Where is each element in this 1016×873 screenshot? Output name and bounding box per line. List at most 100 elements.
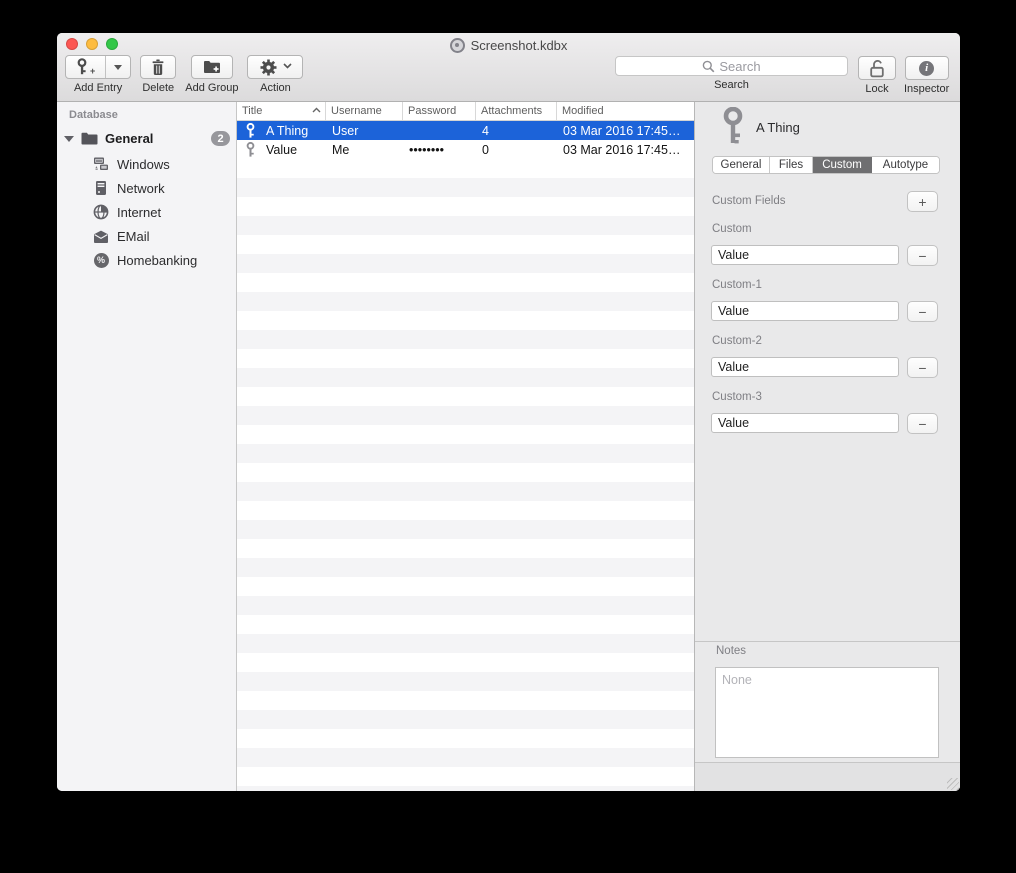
- custom-field-input[interactable]: [711, 301, 899, 321]
- column-header-username[interactable]: Username: [326, 102, 403, 120]
- key-plus-icon: +: [76, 58, 95, 76]
- remove-field-button[interactable]: −: [907, 413, 938, 434]
- tab-files[interactable]: Files: [770, 157, 813, 173]
- delete-label: Delete: [142, 82, 174, 94]
- search-item: Search Search: [615, 56, 848, 91]
- notes-label: Notes: [716, 645, 746, 657]
- add-field-button[interactable]: +: [907, 191, 938, 212]
- document-proxy-icon: [450, 38, 465, 53]
- windows-icon: [93, 156, 109, 172]
- add-group-item: Add Group: [185, 55, 238, 94]
- entry-title: Value: [266, 143, 297, 157]
- resize-grip[interactable]: [947, 778, 959, 790]
- sidebar-item-label: EMail: [117, 229, 150, 244]
- network-icon: [93, 180, 109, 196]
- window-title-text: Screenshot.kdbx: [471, 38, 568, 53]
- remove-field-button[interactable]: −: [907, 301, 938, 322]
- field-label: Custom: [712, 223, 752, 235]
- minus-icon: −: [918, 416, 926, 432]
- entry-title: A Thing: [266, 124, 308, 138]
- custom-field-input[interactable]: [711, 357, 899, 377]
- search-icon: [702, 60, 715, 73]
- column-header-attachments[interactable]: Attachments: [476, 102, 557, 120]
- minus-icon: −: [918, 304, 926, 320]
- key-icon: [721, 107, 745, 147]
- key-icon: [245, 123, 256, 139]
- inspector-bottom-bar: [695, 762, 960, 791]
- notes-textarea[interactable]: None: [715, 667, 939, 758]
- trash-icon: [151, 59, 165, 76]
- sidebar-item-label: Windows: [117, 157, 170, 172]
- entry-username: User: [326, 124, 403, 138]
- inspector-label: Inspector: [904, 83, 949, 95]
- add-entry-dropdown[interactable]: [105, 56, 130, 78]
- divider: [695, 641, 960, 642]
- gear-icon: [260, 59, 277, 76]
- sidebar-item-email[interactable]: EMail: [57, 224, 236, 248]
- entry-username: Me: [326, 143, 403, 157]
- window-chrome: Screenshot.kdbx +: [57, 33, 960, 102]
- add-entry-item: + Add Entry: [65, 55, 131, 94]
- column-header-title[interactable]: Title: [237, 102, 326, 120]
- custom-fields-label: Custom Fields: [712, 195, 786, 207]
- entry-count-badge: 2: [211, 131, 230, 146]
- entry-list[interactable]: A Thing User 4 03 Mar 2016 17:45…: [237, 121, 694, 791]
- add-group-label: Add Group: [185, 82, 238, 94]
- sidebar: Database General 2: [57, 102, 237, 791]
- tab-general[interactable]: General: [713, 157, 770, 173]
- sidebar-item-internet[interactable]: Internet: [57, 200, 236, 224]
- table-row[interactable]: A Thing User 4 03 Mar 2016 17:45…: [237, 121, 694, 140]
- sidebar-item-general[interactable]: General 2: [57, 128, 236, 149]
- delete-button[interactable]: [140, 55, 176, 79]
- action-item: Action: [247, 55, 303, 94]
- sidebar-section-header: Database: [69, 109, 236, 121]
- notes-placeholder: None: [722, 673, 752, 687]
- search-label: Search: [714, 79, 749, 91]
- add-entry-label: Add Entry: [74, 82, 122, 94]
- column-header-modified[interactable]: Modified: [557, 102, 694, 120]
- folder-plus-icon: [203, 60, 221, 74]
- entry-attachments: 0: [476, 143, 557, 157]
- add-group-button[interactable]: [191, 55, 233, 79]
- percent-icon: %: [93, 252, 109, 268]
- sidebar-item-label: General: [105, 131, 153, 146]
- remove-field-button[interactable]: −: [907, 357, 938, 378]
- sidebar-item-label: Homebanking: [117, 253, 197, 268]
- action-button[interactable]: [247, 55, 303, 79]
- search-input[interactable]: Search: [615, 56, 848, 76]
- window-title: Screenshot.kdbx: [57, 36, 960, 54]
- lock-button[interactable]: [858, 56, 896, 80]
- field-label: Custom-3: [712, 391, 762, 403]
- tab-custom[interactable]: Custom: [813, 157, 872, 173]
- inspector-button[interactable]: i: [905, 56, 949, 80]
- app-window: Screenshot.kdbx +: [57, 33, 960, 791]
- inspector-entry-title: A Thing: [756, 120, 800, 135]
- table-header: Title Username Password Attachments Modi…: [237, 102, 694, 121]
- tab-autotype[interactable]: Autotype: [872, 157, 939, 173]
- field-label: Custom-2: [712, 335, 762, 347]
- sidebar-item-network[interactable]: Network: [57, 176, 236, 200]
- sidebar-item-windows[interactable]: Windows: [57, 152, 236, 176]
- plus-icon: +: [918, 194, 926, 210]
- sidebar-item-label: Network: [117, 181, 165, 196]
- window-body: Database General 2: [57, 102, 960, 791]
- custom-field-input[interactable]: [711, 413, 899, 433]
- remove-field-button[interactable]: −: [907, 245, 938, 266]
- custom-field-input[interactable]: [711, 245, 899, 265]
- entry-attachments: 4: [476, 124, 557, 138]
- sidebar-item-homebanking[interactable]: % Homebanking: [57, 248, 236, 272]
- folder-icon: [81, 132, 98, 145]
- lock-open-icon: [869, 59, 885, 78]
- minus-icon: −: [918, 360, 926, 376]
- key-icon: [245, 142, 256, 158]
- delete-item: Delete: [140, 55, 176, 94]
- table-row[interactable]: Value Me •••••••• 0 03 Mar 2016 17:45…: [237, 140, 694, 159]
- lock-item: Lock: [858, 56, 896, 95]
- add-entry-button[interactable]: +: [65, 55, 131, 79]
- column-header-password[interactable]: Password: [403, 102, 476, 120]
- caret-down-icon: [114, 65, 122, 70]
- envelope-icon: [93, 228, 109, 244]
- disclosure-triangle-icon[interactable]: [64, 136, 74, 142]
- info-icon: i: [919, 61, 934, 76]
- inspector-tabs: General Files Custom Autotype: [712, 156, 940, 174]
